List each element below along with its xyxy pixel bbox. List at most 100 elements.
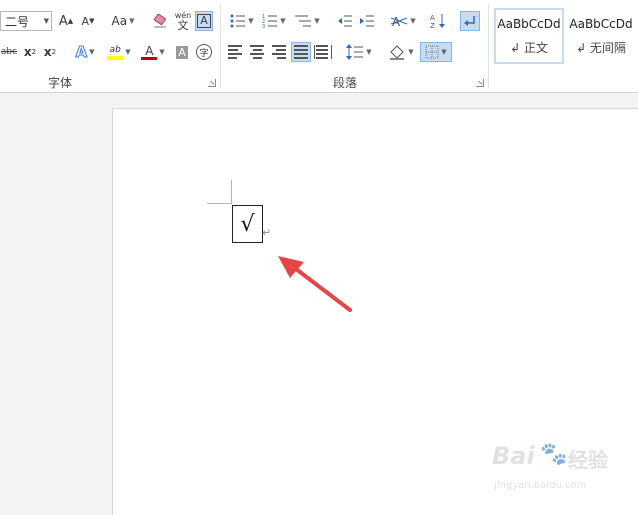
align-center-button[interactable]: [248, 42, 266, 62]
clear-format-button[interactable]: [150, 11, 170, 31]
group-separator: [488, 4, 489, 88]
distributed-icon: [314, 45, 332, 59]
justify-icon: [294, 45, 308, 59]
style-no-spacing-sample: AaBbCcDd: [569, 16, 633, 31]
numbered-list-icon: 123: [262, 14, 278, 28]
highlight-color-button[interactable]: ab ▼: [104, 42, 134, 62]
svg-text:3: 3: [262, 24, 265, 28]
highlight-swatch: [107, 55, 124, 60]
borders-button[interactable]: ▼: [420, 42, 452, 62]
subscript-button[interactable]: x2: [22, 42, 38, 62]
chevron-down-icon: ▼: [248, 17, 254, 25]
chevron-down-icon: ▼: [314, 17, 320, 25]
ribbon: 二号 ▼ A ▲ A ▼ Aa ▼ wén 文 A abc x2 x2 A ▼ ab ▼: [0, 0, 638, 93]
up-arrow-icon: ▲: [67, 17, 74, 25]
chevron-down-icon: ▼: [408, 48, 414, 56]
distributed-button[interactable]: [314, 42, 332, 62]
sort-button[interactable]: AZ: [428, 11, 448, 31]
character-shading-label: A: [176, 45, 188, 59]
justify-button[interactable]: [291, 42, 311, 62]
align-right-icon: [272, 45, 286, 59]
paragraph-mark: ↵: [262, 226, 272, 239]
font-dialog-launcher-icon[interactable]: [208, 79, 216, 87]
sort-icon: AZ: [430, 14, 445, 29]
style-no-spacing[interactable]: AaBbCcDd ↲ 无间隔: [566, 8, 636, 64]
paw-icon: 🐾: [540, 442, 568, 467]
bullet-list-icon: [230, 14, 246, 28]
style-no-spacing-name: ↲ 无间隔: [576, 40, 626, 55]
watermark-brand: Bai: [492, 442, 535, 470]
character-shading-button[interactable]: A: [174, 42, 190, 62]
highlight-label: ab: [109, 44, 121, 55]
chevron-down-icon: ▼: [129, 17, 135, 25]
group-separator: [220, 4, 221, 88]
font-group-label: 字体: [47, 76, 72, 90]
enclose-characters-button[interactable]: 字: [195, 42, 213, 62]
character-border-button[interactable]: A: [195, 11, 213, 31]
show-hide-marks-button[interactable]: [460, 11, 480, 31]
checkmark-symbol: √: [240, 211, 255, 237]
margin-corner-mark: [207, 203, 231, 204]
text-effects-button[interactable]: A ▼: [70, 42, 100, 62]
font-color-label: A: [145, 43, 154, 58]
text-effects-label: A: [75, 43, 88, 62]
font-color-button[interactable]: A ▼: [138, 42, 168, 62]
chevron-down-icon: ▼: [410, 17, 416, 25]
paragraph-dialog-launcher-icon[interactable]: [476, 79, 484, 87]
shading-button[interactable]: ▼: [386, 42, 416, 62]
grow-font-label: A: [58, 13, 68, 29]
multilevel-list-button[interactable]: ▼: [292, 11, 322, 31]
chevron-down-icon: ▼: [43, 17, 49, 25]
watermark-brand-suffix: 经验: [568, 448, 608, 472]
numbering-button[interactable]: 123 ▼: [260, 11, 288, 31]
strikethrough-button[interactable]: abc: [0, 42, 18, 62]
change-case-button[interactable]: Aa ▼: [108, 11, 138, 31]
align-right-button[interactable]: [270, 42, 288, 62]
paragraph-group-label: 段落: [332, 76, 357, 90]
subscript-mark: 2: [31, 48, 37, 56]
strikethrough-label: abc: [0, 47, 18, 57]
phonetic-guide-button[interactable]: wén 文: [173, 9, 193, 33]
chevron-down-icon: ▼: [159, 48, 165, 56]
down-arrow-icon: ▼: [89, 17, 95, 25]
multilevel-list-icon: [295, 15, 312, 27]
grow-font-button[interactable]: A ▲: [58, 11, 74, 31]
align-left-button[interactable]: [226, 42, 244, 62]
superscript-label: x: [43, 45, 52, 59]
checkbox-symbol-box[interactable]: √: [232, 205, 263, 243]
superscript-button[interactable]: x2: [42, 42, 58, 62]
chinese-layout-button[interactable]: A ▼: [388, 11, 418, 31]
chevron-down-icon: ▼: [441, 48, 447, 56]
shrink-font-label: A: [81, 14, 90, 28]
chevron-down-icon: ▼: [366, 48, 372, 56]
font-color-icon: A: [141, 43, 158, 60]
align-left-icon: [228, 45, 242, 59]
font-size-dropdown[interactable]: 二号 ▼: [0, 11, 52, 31]
enclose-characters-label: 字: [196, 44, 212, 60]
line-spacing-button[interactable]: ▼: [344, 42, 374, 62]
font-size-value: 二号: [5, 14, 30, 29]
pinyin-bottom-label: 文: [177, 18, 189, 32]
increase-indent-button[interactable]: [358, 11, 376, 31]
annotation-arrow-icon: [278, 256, 352, 312]
paragraph-mark-icon: [464, 16, 475, 26]
svg-text:Z: Z: [430, 22, 435, 29]
watermark-url: jingyan.baidu.com: [494, 480, 587, 491]
align-center-icon: [250, 45, 264, 59]
style-normal-name: ↲ 正文: [510, 40, 548, 55]
shrink-font-button[interactable]: A ▼: [80, 11, 96, 31]
change-case-label: Aa: [111, 14, 128, 28]
highlighter-icon: ab: [107, 44, 124, 60]
borders-icon: [425, 45, 439, 59]
increase-indent-icon: [360, 15, 374, 27]
bullets-button[interactable]: ▼: [228, 11, 256, 31]
superscript-mark: 2: [51, 48, 57, 56]
eraser-icon: [153, 14, 167, 28]
decrease-indent-button[interactable]: [336, 11, 354, 31]
character-border-label: A: [197, 14, 211, 28]
decrease-indent-icon: [338, 15, 352, 27]
style-normal-sample: AaBbCcDd: [497, 16, 561, 31]
font-color-swatch: [141, 56, 158, 60]
line-spacing-icon: [346, 44, 364, 60]
style-normal[interactable]: AaBbCcDd ↲ 正文: [494, 8, 564, 64]
